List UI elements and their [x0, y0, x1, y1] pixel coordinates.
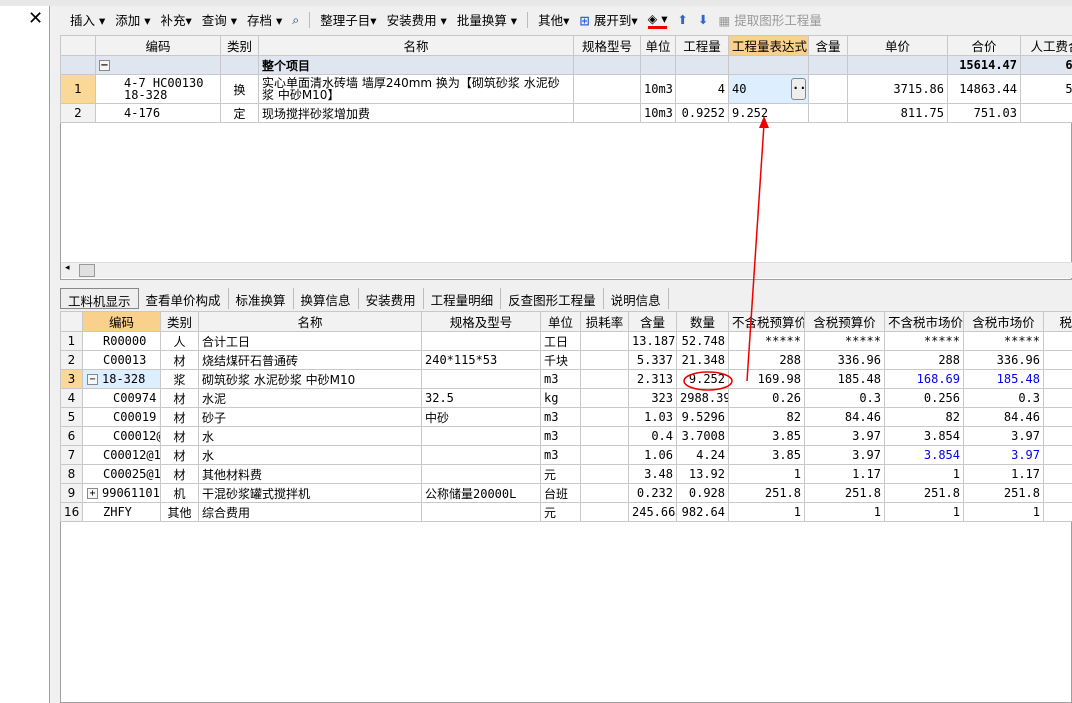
annotation-circle: [683, 371, 733, 391]
annotation-overlay: [683, 116, 769, 391]
annotation-arrow: [746, 123, 765, 382]
arrow-head-icon: [759, 116, 769, 128]
